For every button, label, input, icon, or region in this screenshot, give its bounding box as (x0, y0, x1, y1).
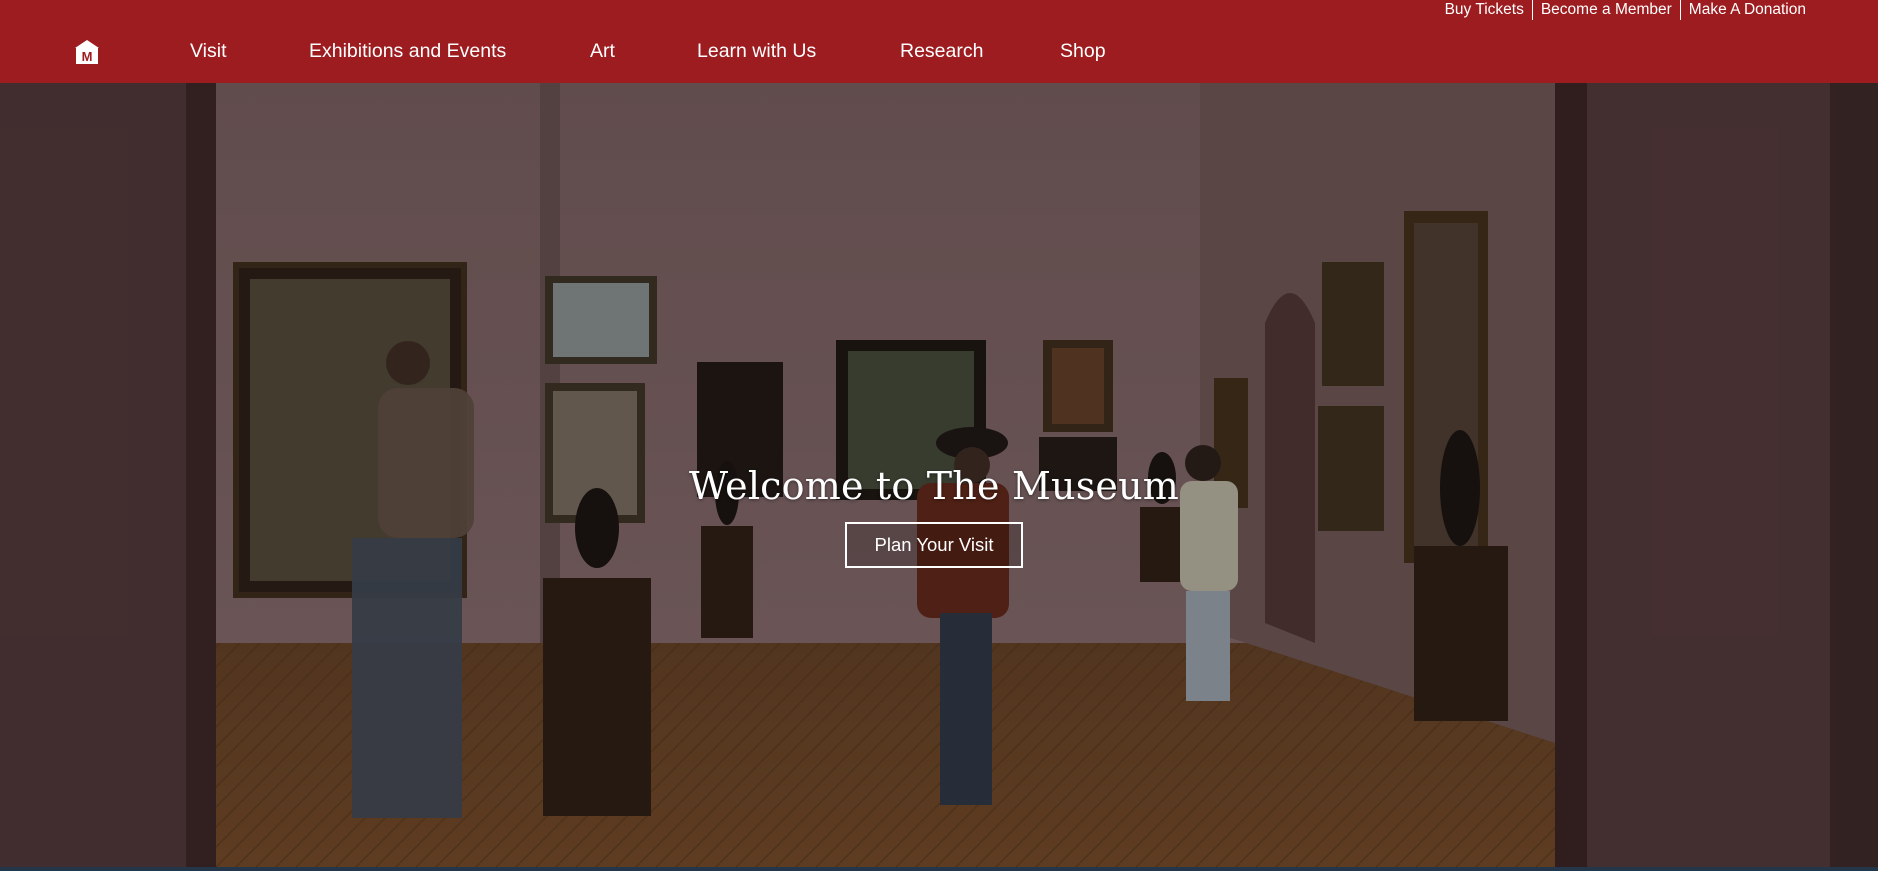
page-bottom-edge (0, 867, 1878, 871)
buy-tickets-link[interactable]: Buy Tickets (1437, 1, 1532, 19)
hero-banner: Welcome to The Museum Plan Your Visit (0, 83, 1878, 867)
become-member-link[interactable]: Become a Member (1533, 1, 1680, 19)
nav-visit[interactable]: Visit (190, 39, 227, 63)
museum-home-icon[interactable]: M (74, 39, 100, 65)
make-donation-link[interactable]: Make A Donation (1681, 1, 1806, 19)
nav-art[interactable]: Art (590, 39, 615, 63)
plan-your-visit-button[interactable]: Plan Your Visit (845, 522, 1023, 568)
hero-title: Welcome to The Museum (688, 464, 1180, 508)
nav-exhibitions-and-events[interactable]: Exhibitions and Events (309, 39, 506, 63)
site-header: Buy Tickets Become a Member Make A Donat… (0, 0, 1878, 83)
nav-shop[interactable]: Shop (1060, 39, 1106, 63)
svg-text:M: M (82, 49, 93, 64)
nav-research[interactable]: Research (900, 39, 983, 63)
utility-nav: Buy Tickets Become a Member Make A Donat… (1437, 0, 1806, 20)
nav-learn-with-us[interactable]: Learn with Us (697, 39, 816, 63)
